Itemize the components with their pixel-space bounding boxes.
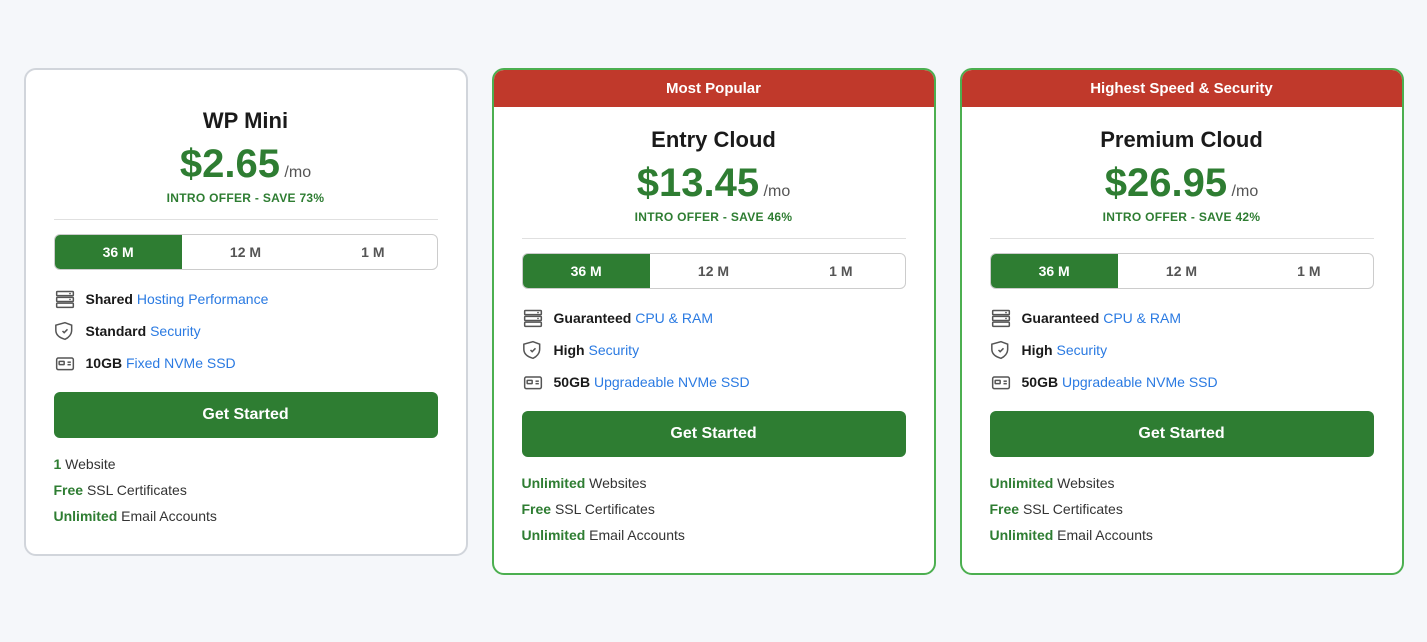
price-period: /mo (1227, 183, 1258, 200)
intro-offer: INTRO OFFER - SAVE 73% (54, 191, 438, 205)
ssd-icon (522, 371, 544, 393)
bottom-feature-item: Unlimited Email Accounts (990, 527, 1374, 543)
feature-text: 10GB Fixed NVMe SSD (86, 355, 236, 371)
intro-offer: INTRO OFFER - SAVE 46% (522, 210, 906, 224)
plan-badge: Highest Speed & Security (962, 70, 1402, 107)
bottom-feature-item: Unlimited Websites (522, 475, 906, 491)
plan-card-premium-cloud: Highest Speed & Security Premium Cloud $2… (960, 68, 1404, 575)
plan-name: WP Mini (54, 108, 438, 134)
plan-name: Premium Cloud (990, 127, 1374, 153)
pricing-container: WP Mini $2.65 /mo INTRO OFFER - SAVE 73%… (24, 68, 1404, 575)
plan-card-entry-cloud: Most Popular Entry Cloud $13.45 /mo INTRO… (492, 68, 936, 575)
bottom-feature-item: Unlimited Email Accounts (522, 527, 906, 543)
feature-item: Guaranteed CPU & RAM (990, 307, 1374, 329)
term-btn[interactable]: 12 M (182, 235, 309, 269)
term-btn[interactable]: 1 M (1245, 254, 1372, 288)
divider (522, 238, 906, 239)
feature-text: Guaranteed CPU & RAM (554, 310, 714, 326)
price-period: /mo (280, 164, 311, 181)
bottom-feature-item: Free SSL Certificates (54, 482, 438, 498)
intro-offer: INTRO OFFER - SAVE 42% (990, 210, 1374, 224)
term-selector: 36 M12 M1 M (54, 234, 438, 270)
shield-icon (522, 339, 544, 361)
server-icon (990, 307, 1012, 329)
feature-text: 50GB Upgradeable NVMe SSD (1022, 374, 1218, 390)
ssd-icon (54, 352, 76, 374)
term-btn[interactable]: 36 M (991, 254, 1118, 288)
divider (990, 238, 1374, 239)
price-row: $13.45 /mo (522, 161, 906, 206)
term-btn[interactable]: 12 M (1118, 254, 1245, 288)
bottom-features: Unlimited Websites Free SSL Certificates U… (522, 475, 906, 543)
get-started-button[interactable]: Get Started (522, 411, 906, 457)
price-amount: $26.95 (1105, 161, 1227, 205)
plan-name: Entry Cloud (522, 127, 906, 153)
term-btn[interactable]: 1 M (309, 235, 436, 269)
ssd-icon (990, 371, 1012, 393)
bottom-feature-item: Free SSL Certificates (522, 501, 906, 517)
feature-text: Shared Hosting Performance (86, 291, 269, 307)
bottom-feature-item: 1 Website (54, 456, 438, 472)
price-amount: $13.45 (637, 161, 759, 205)
get-started-button[interactable]: Get Started (990, 411, 1374, 457)
features-list: Shared Hosting Performance Standard Secu… (54, 288, 438, 374)
bottom-features: 1 Website Free SSL Certificates Unlimited … (54, 456, 438, 524)
feature-item: High Security (522, 339, 906, 361)
price-period: /mo (759, 183, 790, 200)
server-icon (522, 307, 544, 329)
shield-icon (54, 320, 76, 342)
term-btn[interactable]: 36 M (523, 254, 650, 288)
term-selector: 36 M12 M1 M (522, 253, 906, 289)
features-list: Guaranteed CPU & RAM High Security 50GB … (990, 307, 1374, 393)
feature-item: 10GB Fixed NVMe SSD (54, 352, 438, 374)
feature-text: Guaranteed CPU & RAM (1022, 310, 1182, 326)
feature-item: Guaranteed CPU & RAM (522, 307, 906, 329)
feature-text: High Security (1022, 342, 1108, 358)
feature-item: 50GB Upgradeable NVMe SSD (990, 371, 1374, 393)
divider (54, 219, 438, 220)
feature-text: Standard Security (86, 323, 201, 339)
feature-item: Standard Security (54, 320, 438, 342)
feature-text: High Security (554, 342, 640, 358)
plan-badge: Most Popular (494, 70, 934, 107)
bottom-features: Unlimited Websites Free SSL Certificates U… (990, 475, 1374, 543)
bottom-feature-item: Unlimited Email Accounts (54, 508, 438, 524)
features-list: Guaranteed CPU & RAM High Security 50GB … (522, 307, 906, 393)
bottom-feature-item: Unlimited Websites (990, 475, 1374, 491)
price-row: $26.95 /mo (990, 161, 1374, 206)
term-btn[interactable]: 1 M (777, 254, 904, 288)
feature-item: 50GB Upgradeable NVMe SSD (522, 371, 906, 393)
feature-item: High Security (990, 339, 1374, 361)
feature-item: Shared Hosting Performance (54, 288, 438, 310)
term-btn[interactable]: 36 M (55, 235, 182, 269)
feature-text: 50GB Upgradeable NVMe SSD (554, 374, 750, 390)
get-started-button[interactable]: Get Started (54, 392, 438, 438)
term-selector: 36 M12 M1 M (990, 253, 1374, 289)
term-btn[interactable]: 12 M (650, 254, 777, 288)
server-icon (54, 288, 76, 310)
price-amount: $2.65 (180, 142, 280, 186)
bottom-feature-item: Free SSL Certificates (990, 501, 1374, 517)
plan-card-wp-mini: WP Mini $2.65 /mo INTRO OFFER - SAVE 73%… (24, 68, 468, 556)
price-row: $2.65 /mo (54, 142, 438, 187)
shield-icon (990, 339, 1012, 361)
